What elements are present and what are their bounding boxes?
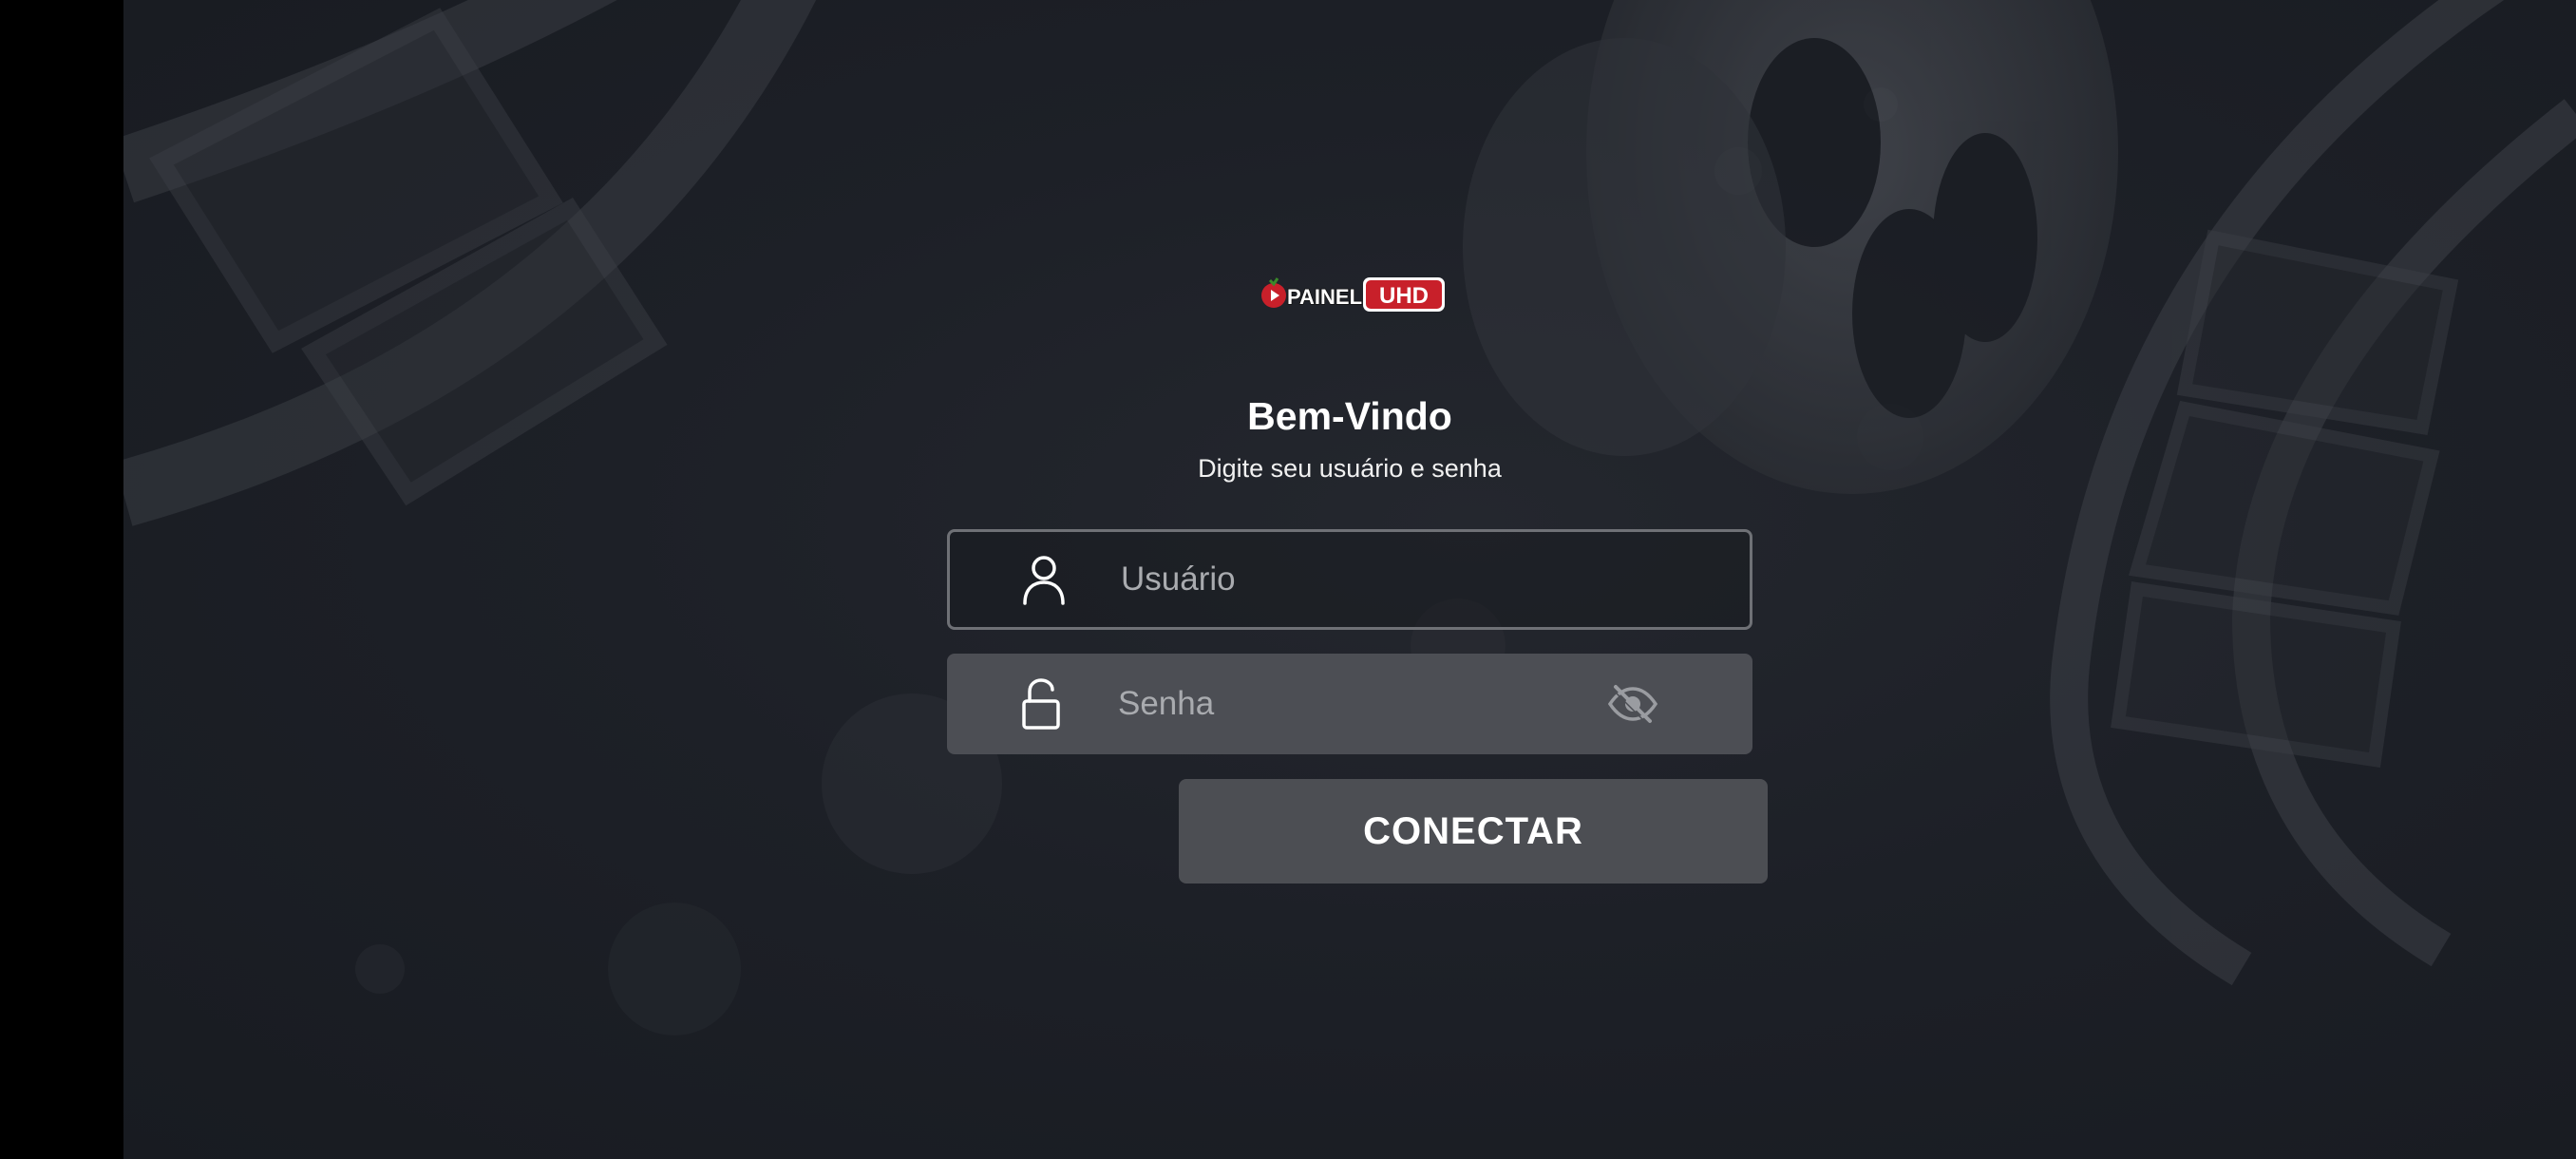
eye-off-icon[interactable] (1608, 683, 1657, 725)
logo-text-right: UHD (1379, 283, 1429, 309)
welcome-subtitle: Digite seu usuário e senha (1198, 454, 1502, 483)
password-input[interactable] (1118, 654, 1564, 754)
logo-text-left: PAINEL (1287, 285, 1362, 309)
screen: PAINEL UHD Bem-Vindo Digite seu usuário … (0, 0, 2576, 1159)
app-logo: PAINEL UHD (1261, 277, 1445, 312)
unlock-icon (1022, 678, 1060, 730)
password-field[interactable] (947, 654, 1752, 754)
login-screen: PAINEL UHD Bem-Vindo Digite seu usuário … (123, 0, 2576, 1159)
user-icon (1023, 556, 1065, 605)
left-edge-bar (0, 0, 123, 1159)
welcome-title: Bem-Vindo (1247, 394, 1452, 438)
username-input[interactable] (1121, 532, 1567, 627)
connect-button[interactable]: CONECTAR (1179, 779, 1768, 884)
username-field[interactable] (947, 529, 1752, 630)
